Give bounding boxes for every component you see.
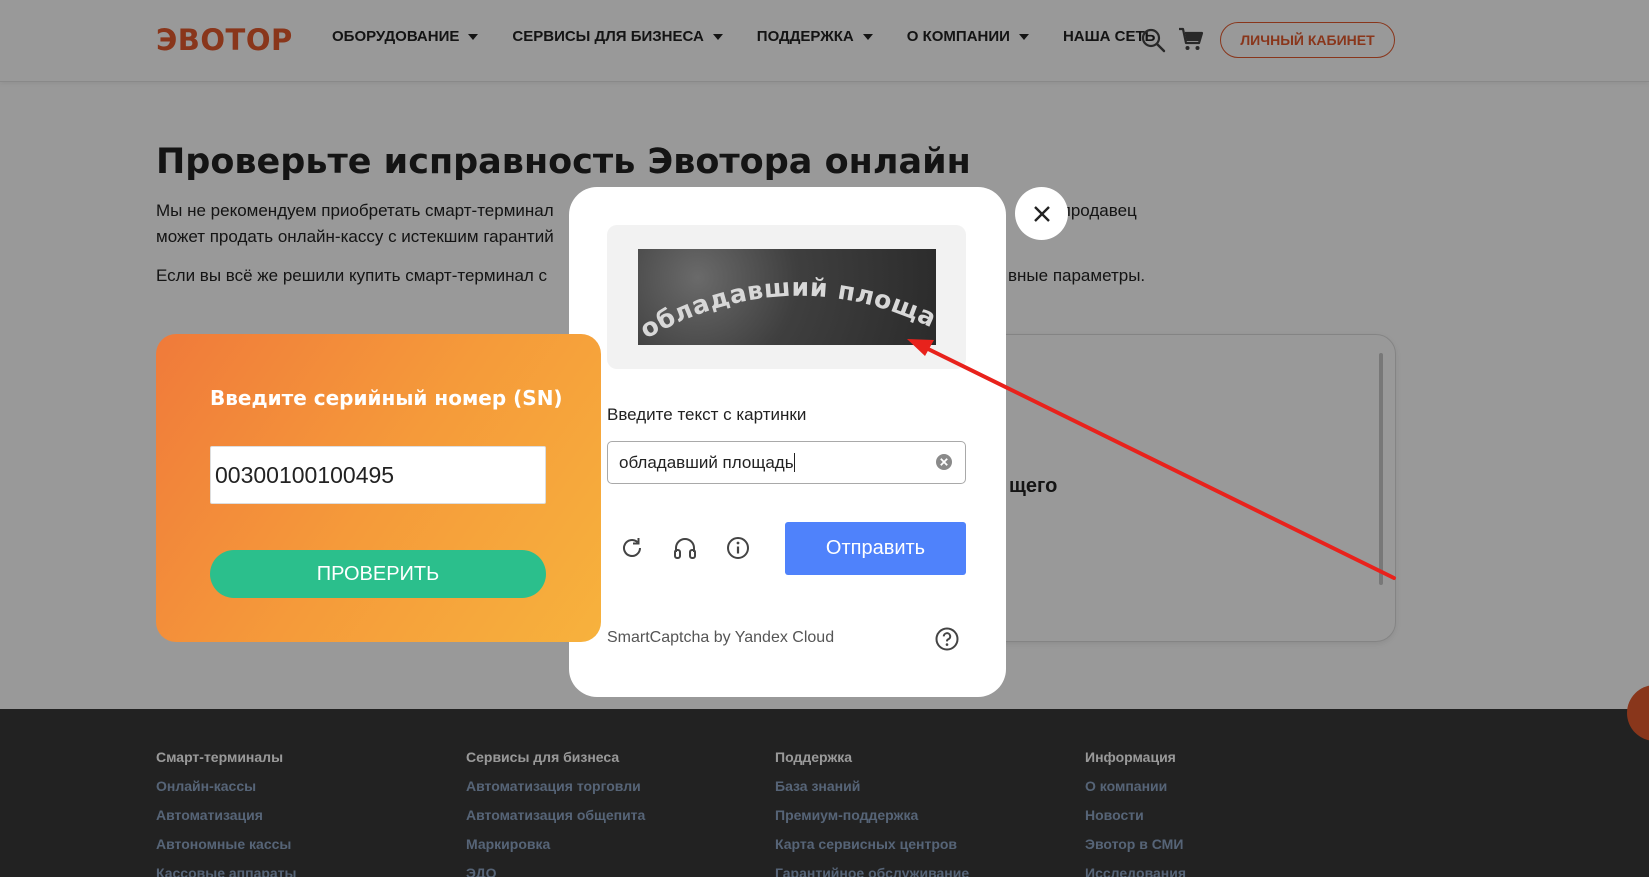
captcha-prompt: Введите текст с картинки (607, 405, 807, 424)
refresh-icon[interactable] (619, 535, 645, 561)
check-button[interactable]: ПРОВЕРИТЬ (210, 550, 546, 598)
info-icon[interactable] (725, 535, 751, 561)
clear-icon[interactable] (935, 453, 953, 471)
svg-text:обладавший площадь: обладавший площадь (638, 249, 936, 344)
serial-label: Введите серийный номер (SN) (210, 386, 563, 410)
captcha-text-input[interactable]: обладавший площадь (607, 441, 966, 484)
captcha-image-text: обладавший площадь (638, 249, 936, 344)
text-cursor (793, 453, 795, 472)
captcha-image: обладавший площадь (638, 249, 936, 345)
close-icon (1033, 205, 1050, 222)
captcha-modal: обладавший площадь Введите текст с карти… (569, 187, 1006, 697)
submit-button[interactable]: Отправить (785, 522, 966, 575)
captcha-image-container: обладавший площадь (607, 225, 966, 369)
headphones-icon[interactable] (672, 535, 698, 561)
close-modal-button[interactable] (1015, 187, 1068, 240)
serial-number-input[interactable]: 00300100100495 (210, 446, 546, 504)
captcha-input-value: обладавший площадь (619, 452, 794, 472)
captcha-branding: SmartCaptcha by Yandex Cloud (607, 629, 835, 646)
serial-check-card: Введите серийный номер (SN) 003001001004… (156, 334, 601, 642)
help-icon[interactable] (935, 627, 959, 651)
